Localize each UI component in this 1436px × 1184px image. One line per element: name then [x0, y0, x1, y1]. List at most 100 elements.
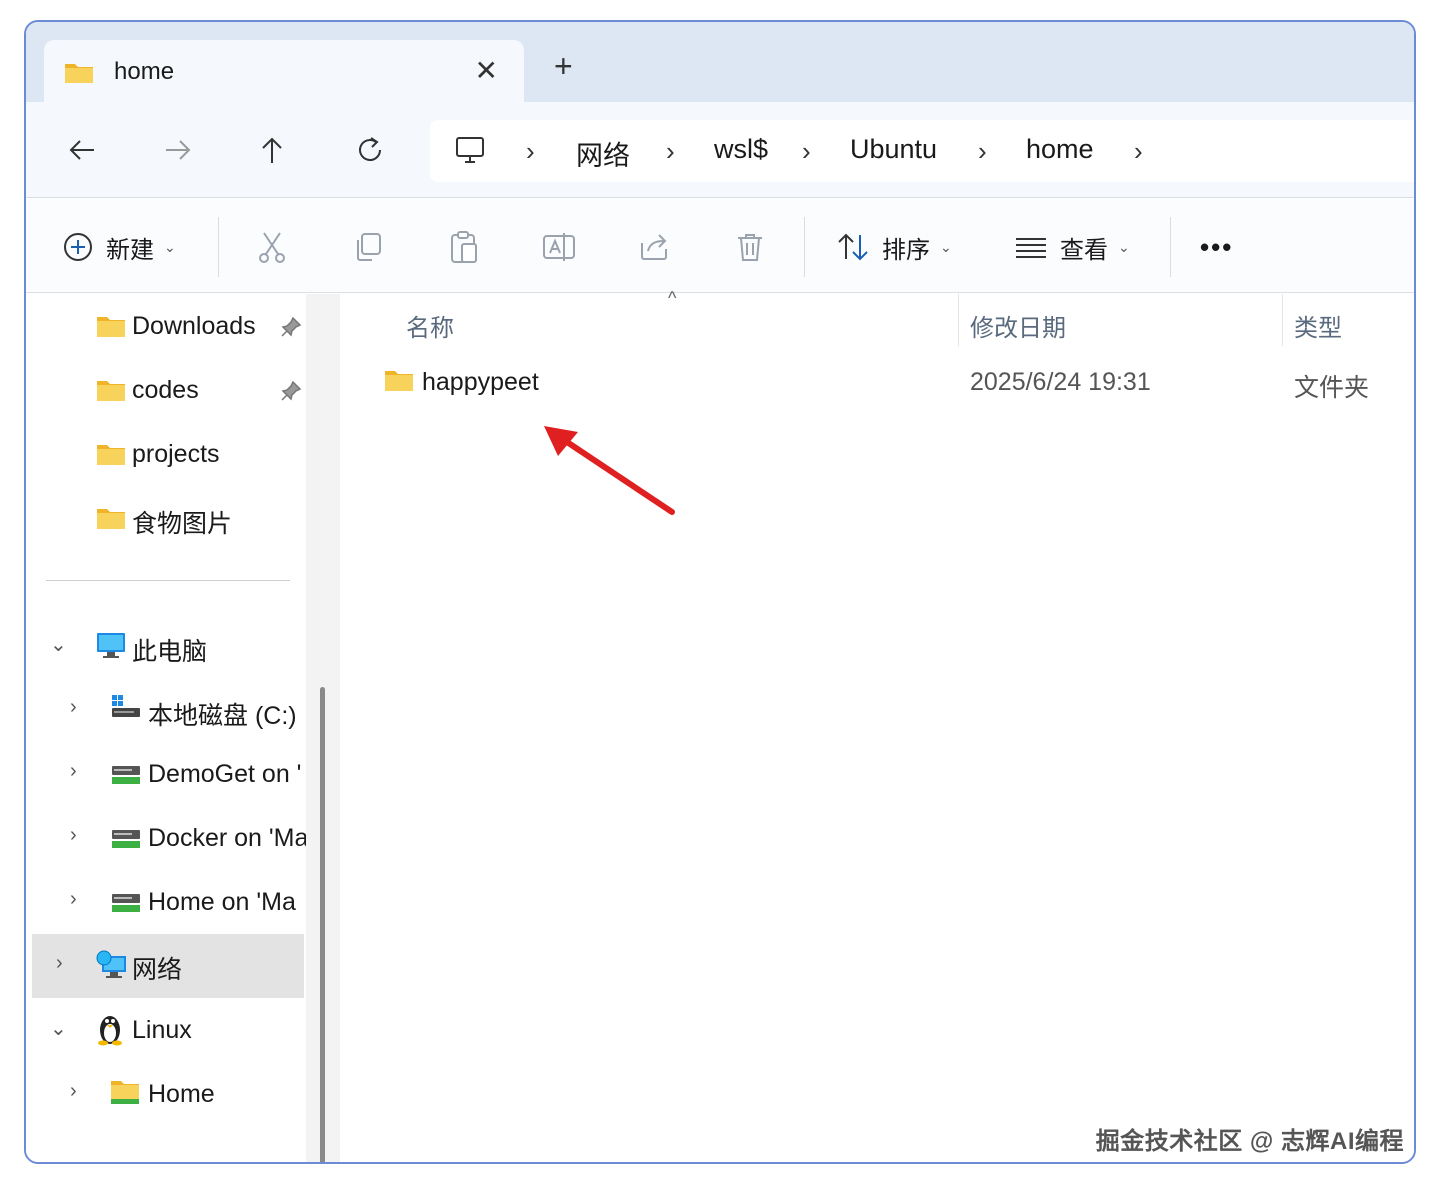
arrow-left-icon	[69, 140, 94, 160]
column-divider[interactable]	[1282, 294, 1283, 346]
title-bar: home ✕ +	[26, 22, 1414, 102]
network-drive-icon	[110, 828, 142, 855]
network-drive-icon	[110, 892, 142, 919]
cut-button[interactable]	[256, 229, 288, 265]
new-button[interactable]: 新建 ⌄	[62, 229, 176, 265]
sidebar-item-home-drive[interactable]: › Home on 'Ma	[26, 874, 306, 930]
sidebar-item-demoget-drive[interactable]: › DemoGet on '	[26, 746, 306, 802]
sidebar-item-label: Home on 'Ma	[148, 888, 296, 916]
chevron-right-icon[interactable]: ›	[70, 824, 77, 847]
linux-penguin-icon	[96, 1012, 124, 1051]
up-button[interactable]	[256, 134, 288, 166]
back-button[interactable]	[66, 134, 98, 166]
sidebar-item-label: 食物图片	[132, 510, 233, 538]
column-header-modified[interactable]: 修改日期	[970, 308, 1066, 343]
forward-button[interactable]	[162, 134, 194, 166]
chevron-down-icon: ⌄	[1118, 238, 1130, 255]
sidebar-item-label: Docker on 'Ma	[148, 824, 306, 852]
view-button[interactable]: 查看 ⌄	[1014, 229, 1130, 265]
divider	[218, 217, 219, 277]
sidebar-item-label: DemoGet on '	[148, 760, 302, 788]
breadcrumb-item-home[interactable]: home	[1026, 134, 1094, 165]
share-icon	[641, 234, 667, 260]
more-options-button[interactable]: •••	[1200, 229, 1233, 265]
sidebar-item-food-images[interactable]: 食物图片	[26, 490, 306, 546]
copy-icon	[357, 233, 381, 261]
monitor-icon	[454, 134, 486, 171]
chevron-right-icon[interactable]: ›	[56, 952, 63, 975]
folder-icon	[384, 368, 414, 397]
list-view-icon	[1016, 238, 1046, 258]
sidebar-item-linux-home[interactable]: › Home	[26, 1066, 306, 1122]
sidebar-item-docker-drive[interactable]: › Docker on 'Ma	[26, 810, 306, 866]
arrow-up-icon	[262, 137, 282, 163]
view-label: 查看	[1060, 236, 1108, 264]
refresh-button[interactable]	[354, 134, 386, 166]
sidebar-item-this-pc[interactable]: ⌄ 此电脑	[26, 618, 306, 674]
divider	[804, 217, 805, 277]
sidebar-item-linux[interactable]: ⌄ Linux	[26, 1002, 306, 1058]
copy-button[interactable]	[352, 229, 384, 265]
refresh-icon	[359, 137, 381, 161]
sort-button[interactable]: 排序 ⌄	[836, 229, 952, 265]
folder-icon	[96, 442, 126, 471]
pin-icon[interactable]	[280, 316, 302, 343]
arrow-right-icon	[166, 140, 191, 160]
breadcrumb-separator[interactable]: ›	[1134, 136, 1143, 167]
chevron-down-icon[interactable]: ⌄	[50, 632, 67, 657]
chevron-right-icon[interactable]: ›	[70, 760, 77, 783]
delete-button[interactable]	[734, 229, 766, 265]
table-row[interactable]: happypeet 2025/6/24 19:31 文件夹	[380, 362, 1400, 402]
sort-ascending-icon: ^	[668, 288, 677, 308]
pin-icon[interactable]	[280, 380, 302, 407]
chevron-down-icon[interactable]: ⌄	[50, 1016, 67, 1041]
folder-icon	[110, 1078, 140, 1111]
breadcrumb-item-wsl[interactable]: wsl$	[714, 134, 768, 165]
chevron-right-icon[interactable]: ›	[70, 888, 77, 911]
sidebar-item-codes[interactable]: codes	[26, 362, 306, 418]
breadcrumb-item-ubuntu[interactable]: Ubuntu	[850, 134, 937, 165]
plus-circle-icon	[64, 233, 92, 261]
new-tab-button[interactable]: +	[554, 50, 573, 82]
folder-icon	[64, 60, 94, 89]
chevron-down-icon: ⌄	[164, 238, 176, 255]
breadcrumb-item-network[interactable]: 网络	[576, 134, 630, 173]
folder-icon	[96, 314, 126, 343]
sidebar-item-label: projects	[132, 440, 220, 468]
network-icon	[96, 950, 128, 985]
trash-icon	[738, 234, 762, 261]
sidebar-item-downloads[interactable]: Downloads	[26, 298, 306, 354]
command-bar: 新建 ⌄ 排序 ⌄ 查看 ⌄ •••	[26, 199, 1414, 293]
scissors-icon	[259, 232, 285, 263]
sidebar-item-label: Linux	[132, 1016, 192, 1044]
address-bar[interactable]: › 网络 › wsl$ › Ubuntu › home ›	[430, 120, 1414, 182]
chevron-right-icon[interactable]: ›	[70, 696, 77, 719]
rename-icon	[543, 233, 575, 261]
sidebar-scrollbar-thumb[interactable]	[320, 687, 325, 1162]
tab-title: home	[114, 58, 175, 85]
file-type: 文件夹	[1294, 374, 1370, 402]
column-divider[interactable]	[958, 294, 959, 346]
sidebar-divider	[46, 580, 290, 581]
close-tab-icon[interactable]: ✕	[475, 54, 498, 87]
sidebar-item-local-disk-c[interactable]: › 本地磁盘 (C:)	[26, 682, 306, 738]
column-header-type[interactable]: 类型	[1294, 308, 1342, 343]
sidebar-item-label: 本地磁盘 (C:)	[148, 702, 297, 730]
sidebar-item-network[interactable]: › 网络	[32, 934, 304, 998]
computer-icon	[96, 630, 126, 665]
watermark: 掘金技术社区 @ 志辉AI编程	[1095, 1128, 1404, 1155]
file-explorer-window: home ✕ + › 网络 › wsl$ › Ubuntu › home › 新…	[24, 20, 1416, 1164]
share-button[interactable]	[638, 229, 670, 265]
folder-icon	[96, 378, 126, 407]
breadcrumb-separator: ›	[526, 136, 535, 166]
file-modified-date: 2025/6/24 19:31	[970, 368, 1151, 396]
chevron-right-icon[interactable]: ›	[70, 1080, 77, 1103]
chevron-down-icon: ⌄	[940, 238, 952, 255]
column-header-name[interactable]: 名称	[406, 308, 454, 343]
rename-button[interactable]	[542, 229, 576, 265]
paste-button[interactable]	[448, 229, 480, 265]
tab-home[interactable]: home ✕	[44, 40, 524, 102]
sidebar-item-projects[interactable]: projects	[26, 426, 306, 482]
divider	[1170, 217, 1171, 277]
file-name: happypeet	[422, 368, 539, 396]
